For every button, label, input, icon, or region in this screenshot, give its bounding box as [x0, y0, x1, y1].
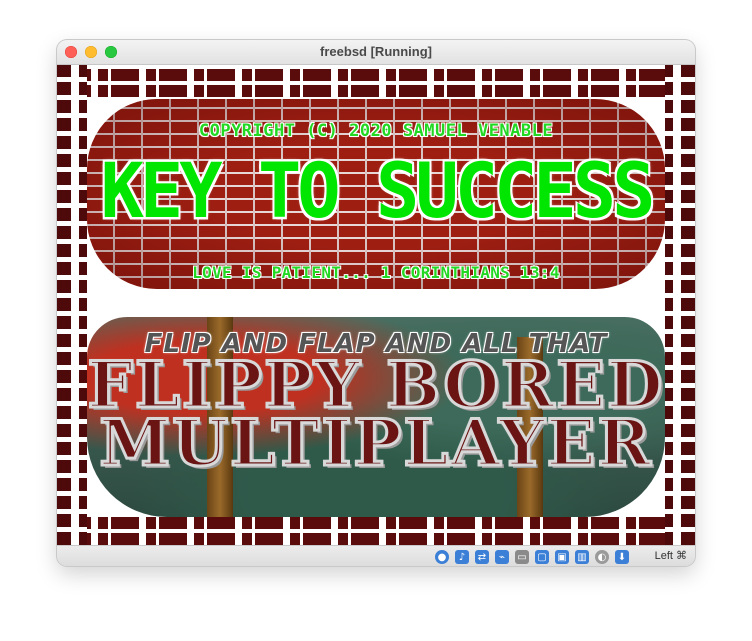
key-to-success-title: KEY TO SUCCESS [100, 146, 656, 236]
flippy-title-line2: MULTIPLAYER [98, 406, 653, 481]
mouse-integration-icon[interactable]: ◐ [595, 550, 609, 564]
shared-folder-icon[interactable]: ▭ [515, 550, 529, 564]
brick-frame-bottom [57, 513, 695, 545]
window-title: freebsd [Running] [320, 44, 432, 59]
vm-status-bar: ● ♪ ⇄ ⌁ ▭ ▢ ▣ ▥ ◐ ⬇ Left ⌘ [57, 545, 695, 566]
flippy-bored-banner[interactable]: FLIP AND FLAP AND ALL THAT FLIPPY BORED … [87, 317, 665, 517]
key-to-success-banner[interactable]: COPYRIGHT (C) 2020 SAMUEL VENABLE KEY TO… [87, 99, 665, 289]
flippy-bored-title: FLIPPY BORED MULTIPLAYER [87, 352, 665, 481]
host-key-label: Left ⌘ [654, 550, 687, 562]
vm-window: freebsd [Running] COPYRIGHT (C) 2020 SAM… [57, 40, 695, 566]
title-bar[interactable]: freebsd [Running] [57, 40, 695, 65]
brick-frame-left [57, 65, 87, 545]
video-capture-icon[interactable]: ▣ [555, 550, 569, 564]
brick-frame-right [665, 65, 695, 545]
verse-text: LOVE IS PATIENT... 1 CORINTHIANS 13:4 [192, 263, 560, 282]
optical-disk-icon[interactable]: ● [435, 550, 449, 564]
brick-frame-top [57, 65, 695, 97]
guest-screen[interactable]: COPYRIGHT (C) 2020 SAMUEL VENABLE KEY TO… [57, 65, 695, 545]
network-icon[interactable]: ⇄ [475, 550, 489, 564]
usb-icon[interactable]: ⌁ [495, 550, 509, 564]
copyright-text: COPYRIGHT (C) 2020 SAMUEL VENABLE [198, 121, 554, 141]
cpu-icon[interactable]: ▥ [575, 550, 589, 564]
display-icon[interactable]: ▢ [535, 550, 549, 564]
keyboard-capture-icon[interactable]: ⬇ [615, 550, 629, 564]
audio-icon[interactable]: ♪ [455, 550, 469, 564]
